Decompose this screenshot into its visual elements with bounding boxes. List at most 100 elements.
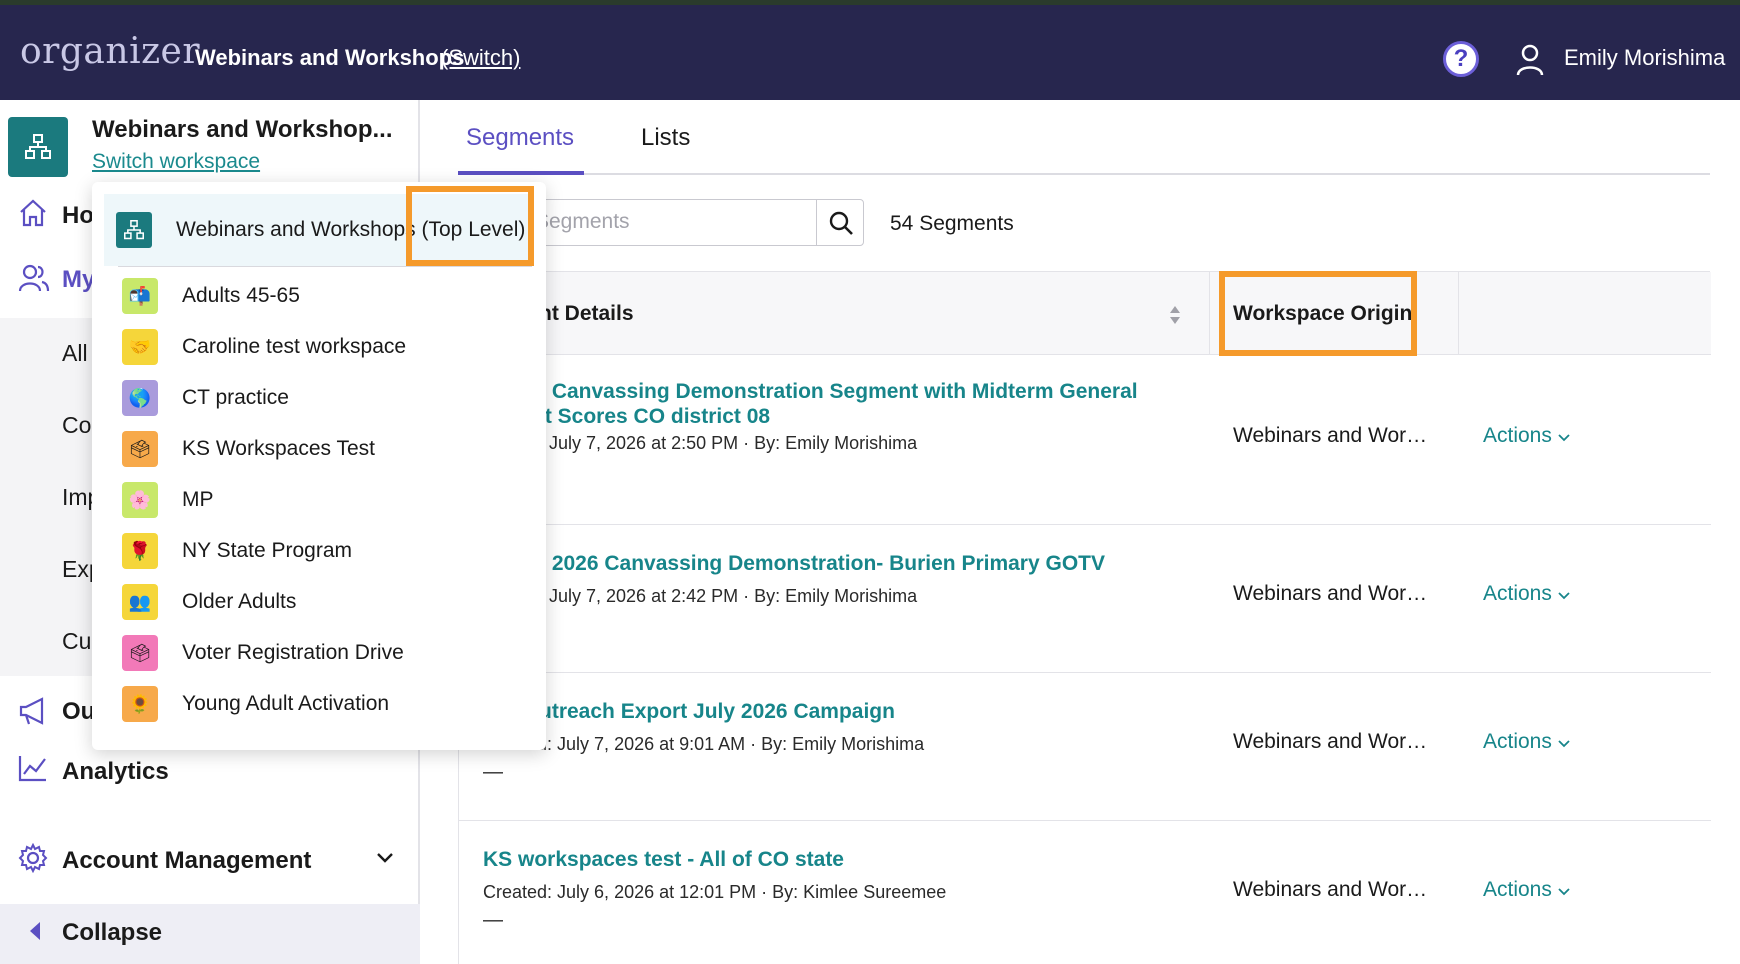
workspace-emoji-icon: 🤝 [122, 329, 158, 365]
hierarchy-icon [25, 134, 51, 159]
actions-button[interactable]: Actions [1483, 878, 1570, 902]
analytics-icon [18, 756, 46, 782]
segment-workspace-origin: Webinars and Workshops [1233, 424, 1433, 447]
help-button[interactable]: ? [1443, 41, 1479, 77]
table-header: nt Details Workspace Origin [459, 272, 1711, 355]
dropdown-item-label: NY State Program [182, 539, 353, 562]
workspace-title: Webinars and Workshops [195, 45, 465, 70]
sidebar-item-outreach[interactable]: Ou [62, 698, 95, 726]
sidebar-item-analytics[interactable]: Analytics [62, 758, 169, 786]
segments-table: nt Details Workspace Origin t Canvassing… [458, 271, 1711, 964]
column-header-details[interactable]: nt Details [539, 302, 634, 326]
home-icon [20, 199, 46, 227]
dropdown-item-label: Voter Registration Drive [182, 641, 404, 664]
sidebar-workspace-name: Webinars and Workshop... [92, 116, 393, 143]
segment-title-link[interactable]: t Canvassing Demonstration Segment with … [539, 379, 1159, 429]
tab-lists[interactable]: Lists [641, 124, 690, 152]
dropdown-divider [118, 266, 532, 267]
search-icon [829, 211, 853, 235]
gear-icon [18, 843, 48, 873]
column-divider [1209, 272, 1210, 355]
app-logo[interactable]: organizer [20, 31, 200, 72]
actions-label: Actions [1483, 424, 1552, 447]
dropdown-item-workspace[interactable]: 🌸 MP [122, 482, 522, 518]
dropdown-item-label: Older Adults [182, 590, 297, 613]
segment-description: — [483, 909, 503, 931]
caret-left-icon [30, 922, 40, 940]
workspace-emoji-icon: 🌹 [122, 533, 158, 569]
hierarchy-icon [124, 220, 144, 240]
dropdown-item-workspace[interactable]: 🌹 NY State Program [122, 533, 522, 569]
tabs-divider [458, 173, 1710, 175]
dropdown-item-workspace[interactable]: 🌎 CT practice [122, 380, 522, 416]
search-button[interactable] [816, 199, 864, 246]
highlight-workspace-origin [1219, 271, 1417, 356]
sidebar-item-account-management[interactable]: Account Management [62, 847, 311, 875]
sidebar-sub-all[interactable]: All [62, 340, 88, 367]
search-input[interactable]: Segments [522, 199, 817, 246]
sidebar-switch-workspace-link[interactable]: Switch workspace [92, 150, 260, 174]
dropdown-item-label: MP [182, 488, 214, 511]
workspace-emoji-icon: 🗳 [122, 635, 158, 671]
chevron-down-icon [1558, 740, 1570, 748]
chevron-down-icon [1558, 434, 1570, 442]
table-row: KS workspaces test - All of CO state Cre… [459, 821, 1711, 964]
dropdown-item-label: KS Workspaces Test [182, 437, 375, 460]
chevron-down-icon [1558, 592, 1570, 600]
people-icon [18, 264, 50, 292]
sidebar-sub-cu[interactable]: Cu [62, 628, 91, 655]
workspace-badge [116, 212, 152, 248]
column-divider [1458, 272, 1459, 355]
actions-label: Actions [1483, 730, 1552, 753]
dropdown-item-workspace[interactable]: 🤝 Caroline test workspace [122, 329, 522, 365]
sidebar-sub-co[interactable]: Co [62, 412, 91, 439]
megaphone-icon [19, 697, 44, 725]
segment-count: 54 Segments [890, 212, 1014, 235]
segment-title-link[interactable]: t 2026 Canvassing Demonstration- Burien … [539, 551, 1159, 576]
workspace-dropdown: Webinars and Workshops (Top Level) 📬 Adul… [92, 182, 546, 750]
dropdown-item-workspace[interactable]: 📬 Adults 45-65 [122, 278, 522, 314]
user-icon[interactable] [1515, 43, 1545, 77]
workspace-emoji-icon: 🌻 [122, 686, 158, 722]
table-row: t Canvassing Demonstration Segment with … [459, 355, 1711, 525]
dropdown-item-label: CT practice [182, 386, 289, 409]
highlight-top-level [406, 186, 534, 266]
actions-label: Actions [1483, 878, 1552, 901]
sort-icon[interactable] [1169, 305, 1181, 325]
actions-button[interactable]: Actions [1483, 730, 1570, 754]
active-tab-indicator [458, 171, 584, 175]
workspace-emoji-icon: 🗳 [122, 431, 158, 467]
chevron-down-icon [1558, 888, 1570, 896]
workspace-badge [8, 117, 68, 177]
sidebar-item-home[interactable]: Ho [62, 202, 94, 230]
dropdown-item-workspace[interactable]: 🗳 KS Workspaces Test [122, 431, 522, 467]
chevron-down-icon[interactable] [376, 852, 394, 864]
workspace-emoji-icon: 🌎 [122, 380, 158, 416]
segment-meta: Created: July 6, 2026 at 12:01 PM · By: … [483, 882, 947, 902]
collapse-label[interactable]: Collapse [62, 919, 162, 947]
segment-title-link[interactable]: KS workspaces test - All of CO state [483, 847, 1103, 872]
workspace-emoji-icon: 🌸 [122, 482, 158, 518]
segment-meta: : July 7, 2026 at 2:50 PM · By: Emily Mo… [539, 433, 918, 453]
dropdown-item-label: Young Adult Activation [182, 692, 390, 715]
top-bar: organizer Webinars and Workshops (Switch… [0, 0, 1740, 100]
segment-meta: : July 7, 2026 at 2:42 PM · By: Emily Mo… [539, 586, 918, 606]
segment-title-link[interactable]: utreach Export July 2026 Campaign [539, 699, 1159, 724]
tab-segments[interactable]: Segments [466, 124, 574, 152]
actions-button[interactable]: Actions [1483, 582, 1570, 606]
segment-workspace-origin: Webinars and Workshops [1233, 730, 1433, 753]
table-row: t 2026 Canvassing Demonstration- Burien … [459, 525, 1711, 673]
actions-button[interactable]: Actions [1483, 424, 1570, 448]
workspace-emoji-icon: 👥 [122, 584, 158, 620]
user-name[interactable]: Emily Morishima [1564, 45, 1725, 71]
dropdown-item-workspace[interactable]: 🗳 Voter Registration Drive [122, 635, 522, 671]
actions-label: Actions [1483, 582, 1552, 605]
segment-workspace-origin: Webinars and Workshops [1233, 878, 1433, 901]
dropdown-item-label: Caroline test workspace [182, 335, 407, 358]
dropdown-item-workspace[interactable]: 👥 Older Adults [122, 584, 522, 620]
segment-description: — [483, 761, 503, 783]
switch-workspace-link[interactable]: (Switch) [441, 45, 520, 71]
segment-workspace-origin: Webinars and Workshops [1233, 582, 1433, 605]
sidebar-item-my[interactable]: My [62, 266, 95, 294]
dropdown-item-workspace[interactable]: 🌻 Young Adult Activation [122, 686, 522, 722]
